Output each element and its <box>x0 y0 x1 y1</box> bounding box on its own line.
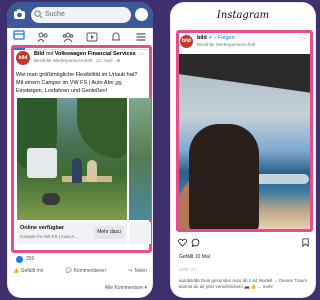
like-count[interactable]: 356 <box>26 256 34 262</box>
like-button[interactable]: 👍 Gefällt mir <box>13 268 43 280</box>
author-name[interactable]: bild <box>197 35 207 41</box>
post-image-beach[interactable] <box>179 54 310 229</box>
facebook-top-bar: Suche <box>7 2 153 28</box>
likes-count[interactable]: Gefällt 10 Mal <box>179 254 210 260</box>
messenger-icon[interactable] <box>135 8 148 21</box>
cta-bar-next <box>129 222 151 244</box>
post-actions: 👍 Gefällt mir 💬 Kommentieren ↪ Teilen <box>13 268 147 280</box>
heart-icon[interactable] <box>178 238 187 247</box>
camera-icon[interactable] <box>13 8 26 21</box>
search-input[interactable]: Suche <box>31 7 131 23</box>
post-header: bild Bild mit Volkswagen Financial Servi… <box>16 51 147 69</box>
search-icon <box>34 10 43 19</box>
like-reaction-icon <box>16 256 23 263</box>
comment-label: Kommentieren <box>73 268 106 274</box>
share-label: Teilen <box>133 268 147 274</box>
post-text: Wie man größtmögliche Flexibilität im Ur… <box>16 72 138 94</box>
verified-icon: ✔ <box>208 35 213 41</box>
post-header: bild bild ✔ · Folgen Bezahlte Werbepartn… <box>180 35 308 53</box>
instagram-top-bar: Instagram <box>170 2 316 31</box>
with-text: mit <box>45 51 54 57</box>
comment-button[interactable]: 💬 Kommentieren <box>66 268 106 280</box>
more-options-icon[interactable]: ··· <box>299 35 306 42</box>
reactions-row: 356 <box>16 256 147 265</box>
post-subtitle: Bezahlte Werbepartnerschaft · 21. April … <box>34 58 121 63</box>
cta-title: Online verfügbar <box>20 225 65 231</box>
post-author[interactable]: bild ✔ · Folgen <box>197 35 235 41</box>
avatar[interactable]: bild <box>16 51 30 65</box>
search-placeholder: Suche <box>45 11 65 18</box>
post-caption: autobildde Dein gesundes Auto ab 1.64 Mo… <box>179 278 308 289</box>
cta-subtitle: Camper im VW FS | Auto A... <box>20 234 78 239</box>
facebook-phone: Suche bild Bild mit Volkswagen Financial… <box>7 2 153 298</box>
more-options-icon[interactable]: ··· <box>138 51 145 58</box>
comment-icon[interactable] <box>191 238 200 247</box>
like-label: Gefällt mir <box>20 268 44 274</box>
avatar[interactable]: bild <box>180 35 193 48</box>
post-author[interactable]: Bild mit Volkswagen Financial Services <box>34 51 136 57</box>
post-subtitle: Bezahlte Werbepartnerschaft <box>197 42 256 47</box>
post-actions <box>178 238 310 250</box>
carousel-image-camper[interactable] <box>17 98 127 220</box>
share-button[interactable]: ↪ Teilen <box>128 268 147 280</box>
partner-name[interactable]: Volkswagen Financial Services <box>55 51 136 57</box>
follow-link[interactable]: Folgen <box>218 35 235 41</box>
instagram-logo: Instagram <box>216 10 270 21</box>
post-date: APR. 17 <box>179 267 196 272</box>
all-comments-dropdown[interactable]: Alle Kommentare ▾ <box>105 285 147 291</box>
learn-more-button[interactable]: Mehr dazu <box>94 226 124 239</box>
bookmark-icon[interactable] <box>301 238 310 247</box>
carousel-image-next[interactable] <box>129 98 151 220</box>
instagram-phone: Instagram bild bild ✔ · Folgen Bezahlte … <box>170 2 316 298</box>
cta-bar: Online verfügbar Camper im VW FS | Auto … <box>17 222 127 244</box>
author-name[interactable]: Bild <box>34 51 44 57</box>
